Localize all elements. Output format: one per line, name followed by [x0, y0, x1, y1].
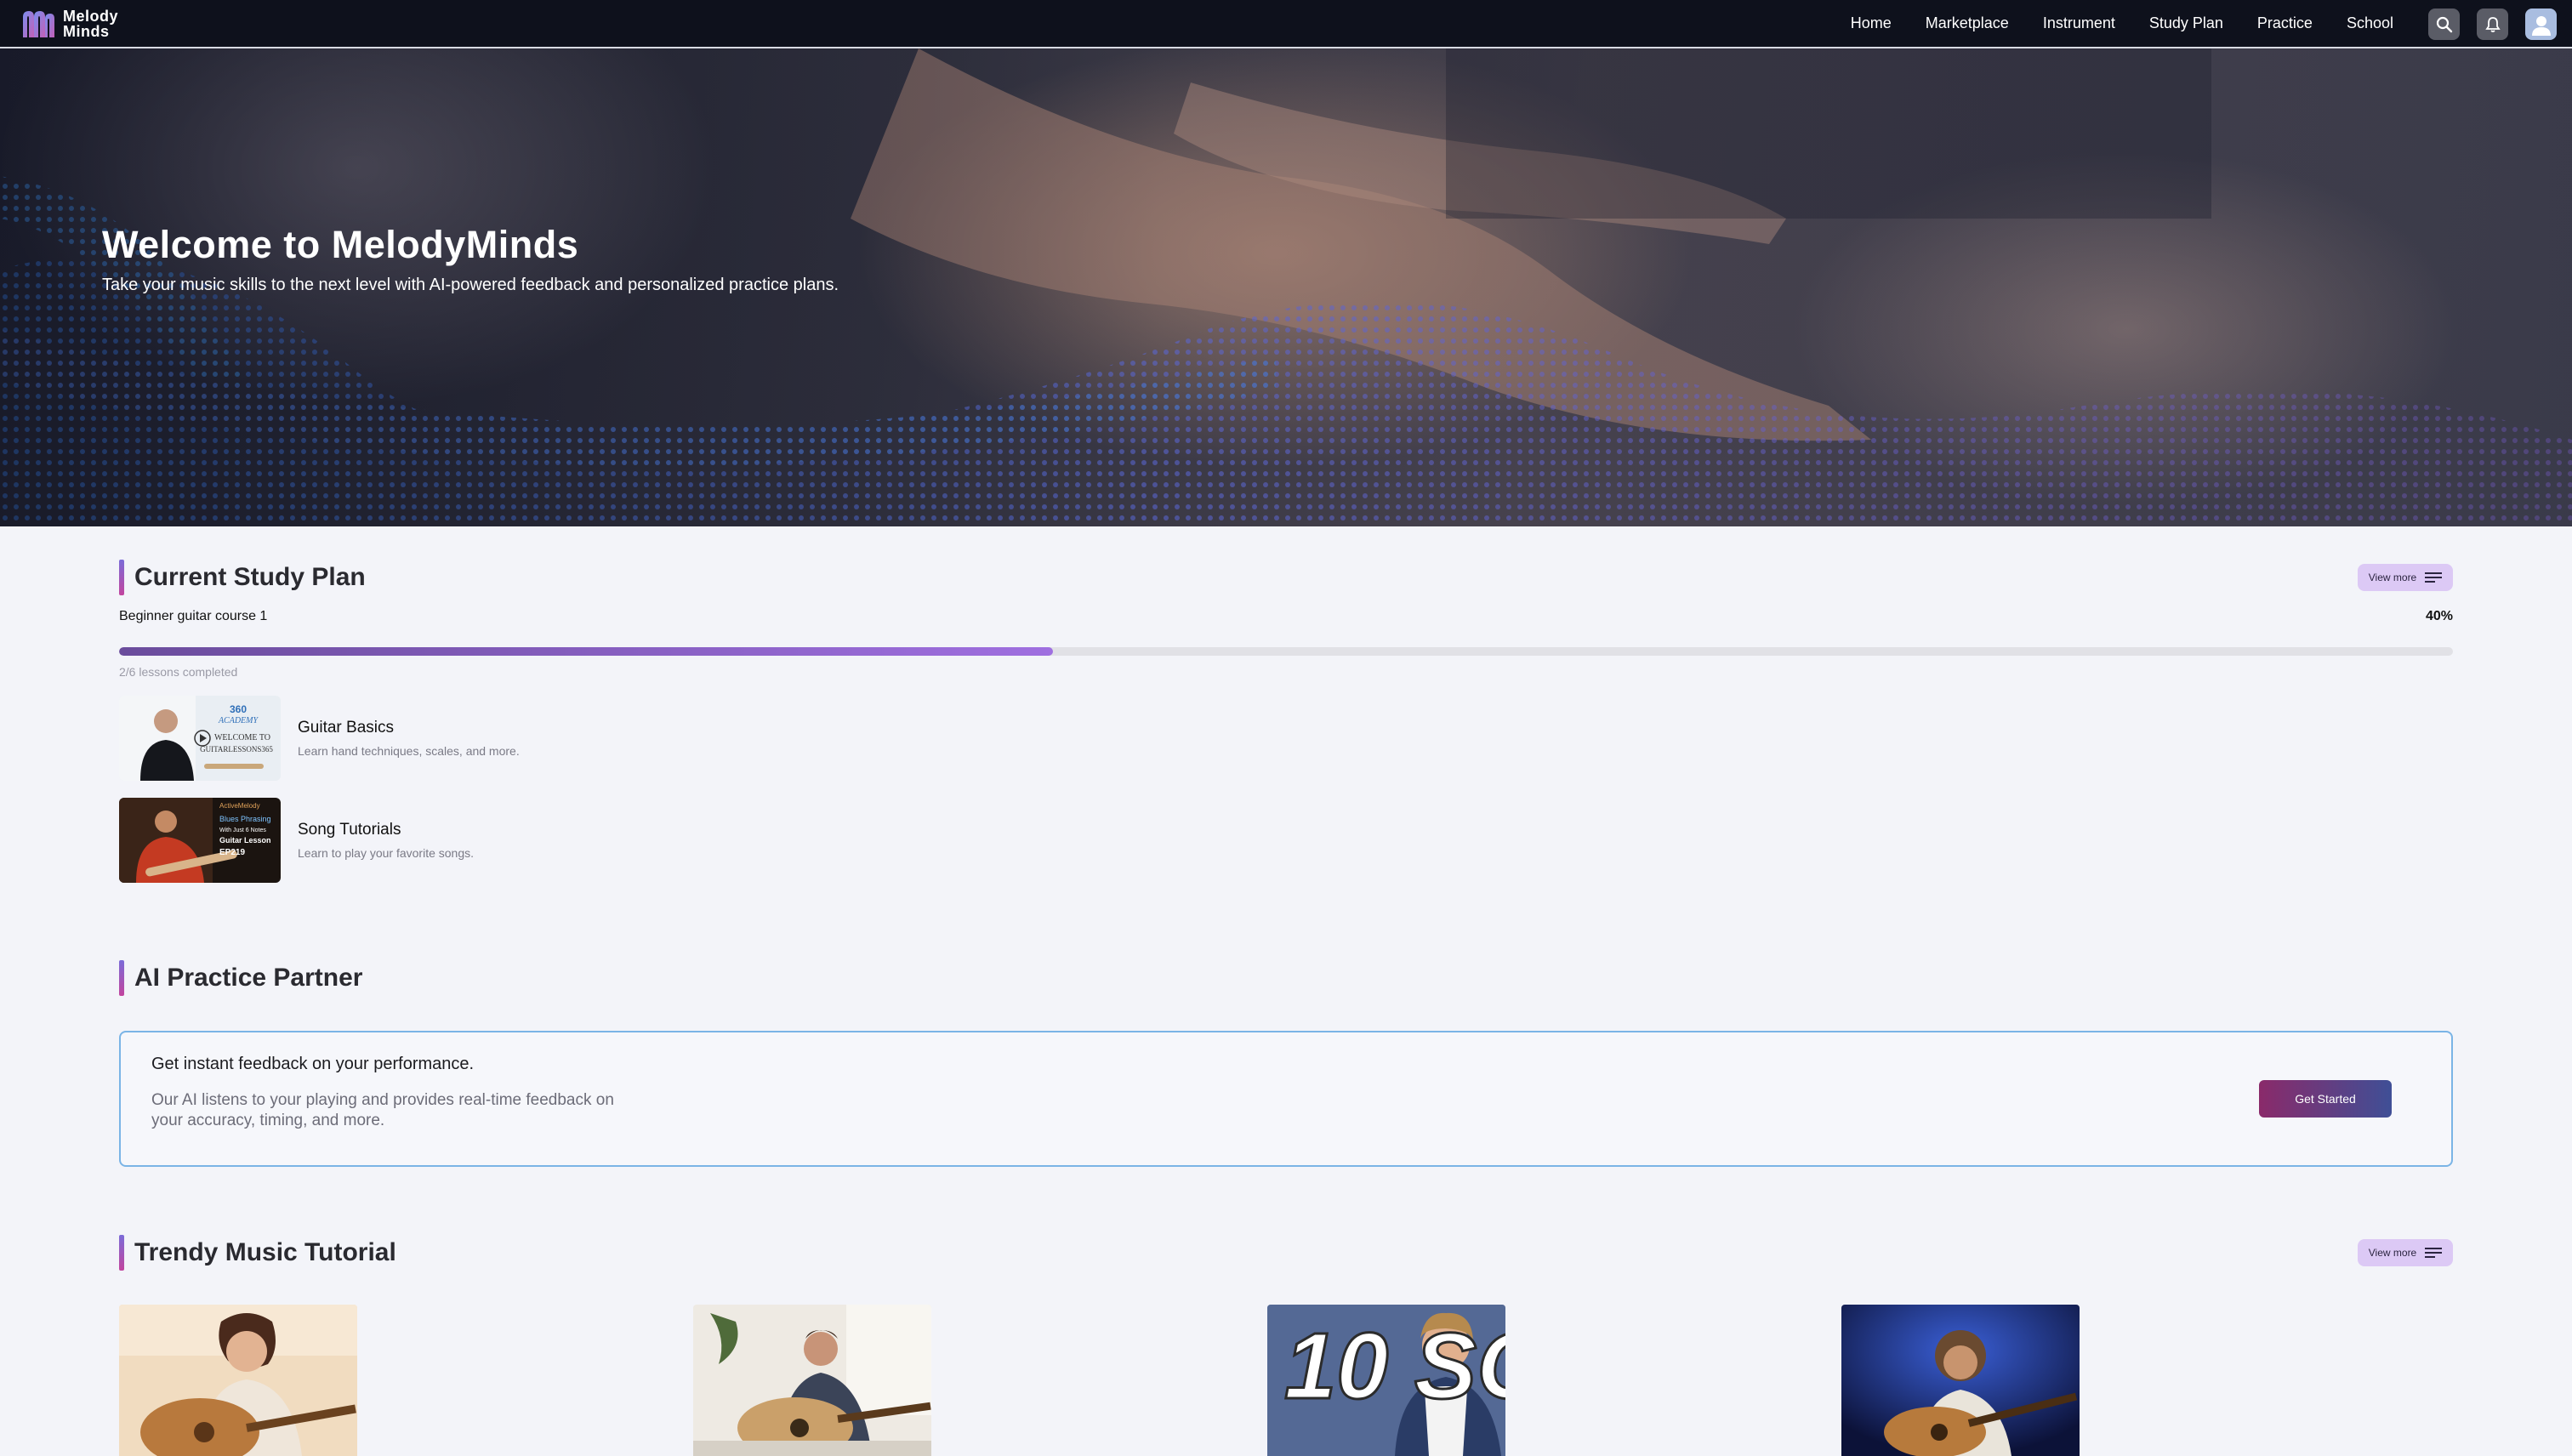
trendy-header: Trendy Music Tutorial: [119, 1235, 396, 1271]
logo-text: Melody Minds: [63, 9, 118, 39]
course-thumbnail[interactable]: ActiveMelody Blues Phrasing With Just 6 …: [119, 798, 281, 883]
progress-percent: 40%: [2425, 609, 2453, 623]
course-description: Learn hand techniques, scales, and more.: [298, 744, 520, 758]
tutorial-thumbnail: 10 SONGS: [1267, 1305, 1505, 1456]
logo-text-line2: Minds: [63, 22, 110, 40]
top-nav: Melody Minds Home Marketplace Instrument…: [0, 0, 2572, 48]
notifications-button[interactable]: [2477, 9, 2508, 40]
ai-card-description: Our AI listens to your playing and provi…: [151, 1091, 614, 1129]
study-plan-title: Current Study Plan: [134, 563, 366, 591]
course-info: Song Tutorials Learn to play your favori…: [298, 821, 474, 860]
user-avatar-button[interactable]: [2525, 9, 2557, 40]
hero-banner: Welcome to MelodyMinds Take your music s…: [0, 48, 2572, 526]
section-accent-bar: [119, 560, 124, 595]
tutorial-overlay-text: 10 SONGS: [1284, 1314, 1505, 1419]
tutorial-card-4[interactable]: [1841, 1305, 2080, 1456]
course-item-song-tutorials[interactable]: ActiveMelody Blues Phrasing With Just 6 …: [119, 798, 474, 883]
svg-text:EP219: EP219: [219, 848, 245, 857]
section-accent-bar: [119, 960, 124, 996]
tutorial-card-2[interactable]: [693, 1305, 931, 1456]
course-name: Beginner guitar course 1: [119, 609, 268, 623]
course-thumbnail-image: ActiveMelody Blues Phrasing With Just 6 …: [119, 798, 281, 883]
course-title: Guitar Basics: [298, 719, 394, 737]
user-avatar-icon: [2531, 15, 2551, 36]
view-more-label: View more: [2368, 572, 2417, 583]
lessons-completed: 2/6 lessons completed: [119, 665, 238, 679]
search-button[interactable]: [2428, 9, 2460, 40]
trendy-view-more-button[interactable]: View more: [2358, 1239, 2453, 1266]
svg-text:With Just 6 Notes: With Just 6 Notes: [219, 828, 266, 833]
course-info: Guitar Basics Learn hand techniques, sca…: [298, 719, 520, 758]
hero-title: Welcome to MelodyMinds: [102, 223, 579, 266]
tutorial-card-3[interactable]: 10 SONGS: [1267, 1305, 1505, 1456]
ai-partner-header: AI Practice Partner: [119, 960, 362, 996]
course-item-guitar-basics[interactable]: 360 ACADEMY WELCOME TO GUITARLESSONS365 …: [119, 696, 520, 781]
menu-lines-icon: [2425, 572, 2443, 583]
progress-bar: [119, 647, 2453, 656]
get-started-button[interactable]: Get Started: [2259, 1080, 2392, 1118]
section-accent-bar: [119, 1235, 124, 1271]
logo[interactable]: Melody Minds: [20, 7, 118, 41]
study-plan-view-more-button[interactable]: View more: [2358, 564, 2453, 591]
ai-feedback-card: Get instant feedback on your performance…: [119, 1031, 2453, 1167]
trendy-title: Trendy Music Tutorial: [134, 1238, 396, 1266]
ai-card-title: Get instant feedback on your performance…: [151, 1055, 475, 1073]
svg-text:GUITARLESSONS365: GUITARLESSONS365: [200, 745, 273, 754]
course-description: Learn to play your favorite songs.: [298, 846, 475, 860]
nav-link-home[interactable]: Home: [1851, 14, 1892, 32]
view-more-label: View more: [2368, 1247, 2417, 1259]
nav-link-school[interactable]: School: [2347, 14, 2393, 32]
nav-links: Home Marketplace Instrument Study Plan P…: [1851, 0, 2393, 47]
progress-bar-fill: [119, 647, 1053, 656]
nav-link-study-plan[interactable]: Study Plan: [2149, 14, 2223, 32]
tutorial-thumbnail: [1841, 1305, 2080, 1456]
logo-text-line1: Melody: [63, 7, 119, 25]
bell-icon: [2484, 16, 2501, 32]
svg-text:Blues Phrasing: Blues Phrasing: [219, 815, 271, 823]
svg-text:WELCOME TO: WELCOME TO: [214, 733, 270, 742]
nav-link-instrument[interactable]: Instrument: [2043, 14, 2115, 32]
search-icon: [2436, 16, 2452, 32]
svg-text:ActiveMelody: ActiveMelody: [219, 802, 260, 810]
course-thumbnail[interactable]: 360 ACADEMY WELCOME TO GUITARLESSONS365: [119, 696, 281, 781]
study-plan-header: Current Study Plan: [119, 560, 366, 595]
tutorial-thumbnail: [119, 1305, 357, 1456]
logo-mark-icon: [20, 9, 56, 39]
course-thumbnail-image: 360 ACADEMY WELCOME TO GUITARLESSONS365: [119, 696, 281, 781]
tutorial-thumbnail: [693, 1305, 931, 1456]
nav-link-marketplace[interactable]: Marketplace: [1926, 14, 2009, 32]
svg-text:360: 360: [230, 703, 247, 715]
svg-text:Guitar Lesson: Guitar Lesson: [219, 836, 271, 845]
menu-lines-icon: [2425, 1248, 2443, 1258]
course-title: Song Tutorials: [298, 821, 401, 839]
tutorial-card-1[interactable]: [119, 1305, 357, 1456]
svg-text:ACADEMY: ACADEMY: [218, 716, 259, 725]
ai-partner-title: AI Practice Partner: [134, 964, 363, 992]
nav-link-practice[interactable]: Practice: [2257, 14, 2313, 32]
nav-icon-group: [2428, 9, 2557, 40]
hero-subtitle: Take your music skills to the next level…: [102, 276, 839, 294]
